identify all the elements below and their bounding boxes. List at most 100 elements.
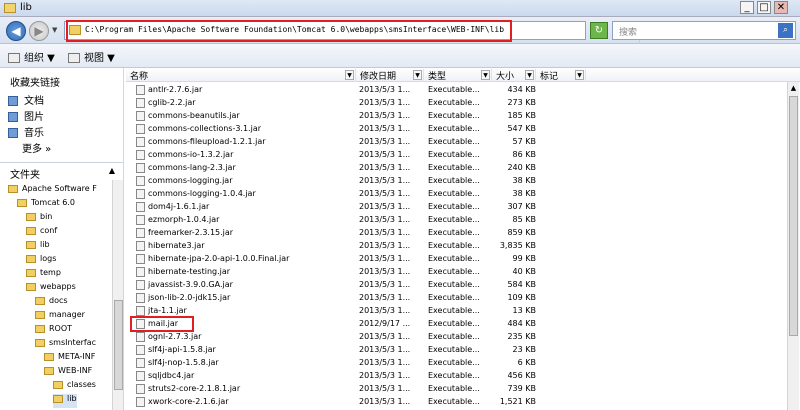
tree-item[interactable]: docs	[35, 296, 68, 310]
file-row[interactable]: hibernate-jpa-2.0-api-1.0.0.Final.jar 201…	[126, 253, 786, 266]
tree-item[interactable]: bin	[26, 212, 52, 226]
favorite-music[interactable]: 音乐	[8, 124, 44, 139]
file-row[interactable]: ezmorph-1.0.4.jar 2013/5/3 1... Executable…	[126, 214, 786, 227]
file-row[interactable]: sqljdbc4.jar 2013/5/3 1... Executable... 45…	[126, 370, 786, 383]
file-row[interactable]: jta-1.1.jar 2013/5/3 1... Executable... 13 …	[126, 305, 786, 318]
file-row[interactable]: commons-fileupload-1.2.1.jar 2013/5/3 1..…	[126, 136, 786, 149]
file-type: Executable...	[428, 85, 480, 94]
folder-icon	[26, 282, 36, 291]
file-row[interactable]: freemarker-2.3.15.jar 2013/5/3 1... Execut…	[126, 227, 786, 240]
file-name: ezmorph-1.0.4.jar	[148, 215, 220, 224]
file-type: Executable...	[428, 98, 480, 107]
jar-file-icon	[136, 228, 145, 238]
favorite-documents[interactable]: 文档	[8, 92, 44, 107]
file-row[interactable]: json-lib-2.0-jdk15.jar 2013/5/3 1... Execu…	[126, 292, 786, 305]
file-size: 584 KB	[507, 280, 536, 289]
jar-file-icon	[136, 215, 145, 225]
tree-item[interactable]: manager	[35, 310, 85, 324]
column-name[interactable]: 名称 ▼	[126, 69, 356, 82]
file-list-scrollbar[interactable]: ▲	[787, 82, 799, 410]
jar-file-icon	[136, 150, 145, 160]
search-icon[interactable]: ⌕	[778, 23, 793, 38]
tree-item[interactable]: temp	[26, 268, 61, 282]
tree-item[interactable]: webapps	[26, 282, 76, 296]
file-row[interactable]: dom4j-1.6.1.jar 2013/5/3 1... Executable..…	[126, 201, 786, 214]
folder-icon	[53, 394, 63, 403]
address-bar-row: ◀ ▶ ▼ C:\Program Files\Apache Software F…	[0, 17, 800, 44]
file-row[interactable]: hibernate-testing.jar 2013/5/3 1... Execut…	[126, 266, 786, 279]
tree-item[interactable]: META-INF	[44, 352, 95, 366]
tree-item[interactable]: classes	[53, 380, 96, 394]
view-menu[interactable]: 视图 ▼	[68, 49, 115, 64]
file-type: Executable...	[428, 228, 480, 237]
file-row[interactable]: slf4j-nop-1.5.8.jar 2013/5/3 1... Executab…	[126, 357, 786, 370]
tree-item[interactable]: conf	[26, 226, 57, 240]
file-row[interactable]: commons-beanutils.jar 2013/5/3 1... Execut…	[126, 110, 786, 123]
column-tags[interactable]: 标记 ▼	[536, 69, 586, 82]
tree-scrollbar[interactable]	[112, 180, 123, 410]
file-date: 2013/5/3 1...	[359, 332, 411, 341]
close-button[interactable]: ✕	[774, 1, 788, 14]
file-date: 2013/5/3 1...	[359, 397, 411, 406]
file-row[interactable]: ognl-2.7.3.jar 2013/5/3 1... Executable...…	[126, 331, 786, 344]
tree-item[interactable]: Tomcat 6.0	[17, 198, 75, 212]
jar-file-icon	[136, 358, 145, 368]
organize-menu[interactable]: 组织 ▼	[8, 49, 55, 64]
column-type[interactable]: 类型 ▼	[424, 69, 492, 82]
maximize-button[interactable]: □	[757, 1, 771, 14]
search-placeholder: 搜索	[619, 28, 638, 38]
history-dropdown-icon[interactable]: ▼	[52, 26, 57, 34]
file-date: 2013/5/3 1...	[359, 124, 411, 133]
file-row[interactable]: hibernate3.jar 2013/5/3 1... Executable...…	[126, 240, 786, 253]
file-row[interactable]: commons-logging-1.0.4.jar 2013/5/3 1... Ex…	[126, 188, 786, 201]
file-row[interactable]: commons-collections-3.1.jar 2013/5/3 1...…	[126, 123, 786, 136]
column-size[interactable]: 大小 ▼	[492, 69, 536, 82]
file-row[interactable]: cglib-2.2.jar 2013/5/3 1... Executable... 2…	[126, 97, 786, 110]
tree-item[interactable]: WEB-INF	[44, 366, 92, 380]
jar-file-icon	[136, 306, 145, 316]
forward-button[interactable]: ▶	[29, 21, 49, 41]
file-name: hibernate-jpa-2.0-api-1.0.0.Final.jar	[148, 254, 290, 263]
file-row[interactable]: javassist-3.9.0.GA.jar 2013/5/3 1... Execu…	[126, 279, 786, 292]
favorite-pictures[interactable]: 图片	[8, 108, 44, 123]
file-row[interactable]: commons-lang-2.3.jar 2013/5/3 1... Executa…	[126, 162, 786, 175]
minimize-button[interactable]: _	[740, 1, 754, 14]
file-list-scrollbar-thumb[interactable]	[789, 96, 798, 336]
file-row[interactable]: struts2-core-2.1.8.1.jar 2013/5/3 1... Exe…	[126, 383, 786, 396]
file-name: commons-lang-2.3.jar	[148, 163, 236, 172]
search-input[interactable]: 搜索 ⌕	[612, 21, 796, 40]
file-size: 235 KB	[507, 332, 536, 341]
tree-scrollbar-thumb[interactable]	[114, 300, 123, 390]
refresh-button[interactable]: ↻	[590, 22, 608, 39]
folder-icon	[35, 296, 45, 305]
scroll-up-icon[interactable]: ▲	[788, 82, 799, 94]
file-date: 2013/5/3 1...	[359, 98, 411, 107]
file-type: Executable...	[428, 189, 480, 198]
folders-heading[interactable]: 文件夹 ▲	[0, 162, 123, 181]
tree-item[interactable]: smsInterfac	[35, 338, 96, 352]
file-date: 2013/5/3 1...	[359, 254, 411, 263]
file-name: slf4j-api-1.5.8.jar	[148, 345, 216, 354]
file-row[interactable]: antlr-2.7.6.jar 2013/5/3 1... Executable..…	[126, 84, 786, 97]
tree-item[interactable]: lib	[53, 394, 77, 408]
tree-item[interactable]: ROOT	[35, 324, 72, 338]
back-button[interactable]: ◀	[6, 21, 26, 41]
jar-file-icon	[136, 176, 145, 186]
tree-item[interactable]: logs	[26, 254, 56, 268]
tree-item[interactable]: lib	[26, 240, 50, 254]
file-row[interactable]: mail.jar 2012/9/17 ... Executable... 484 KB	[126, 318, 786, 331]
folder-icon	[17, 198, 27, 207]
column-date[interactable]: 修改日期 ▼	[356, 69, 424, 82]
tree-item[interactable]: Apache Software F	[8, 184, 97, 198]
favorite-more[interactable]: 更多 »	[22, 140, 51, 155]
file-row[interactable]: commons-logging.jar 2013/5/3 1... Executab…	[126, 175, 786, 188]
file-row[interactable]: xwork-core-2.1.6.jar 2013/5/3 1... Executa…	[126, 396, 786, 409]
collapse-icon[interactable]: ▲	[109, 166, 115, 175]
file-type: Executable...	[428, 306, 480, 315]
file-name: json-lib-2.0-jdk15.jar	[148, 293, 231, 302]
column-type-dropdown-icon: ▼	[481, 70, 490, 80]
file-row[interactable]: slf4j-api-1.5.8.jar 2013/5/3 1... Executab…	[126, 344, 786, 357]
file-row[interactable]: commons-io-1.3.2.jar 2013/5/3 1... Executa…	[126, 149, 786, 162]
jar-file-icon	[136, 85, 145, 95]
file-type: Executable...	[428, 345, 480, 354]
